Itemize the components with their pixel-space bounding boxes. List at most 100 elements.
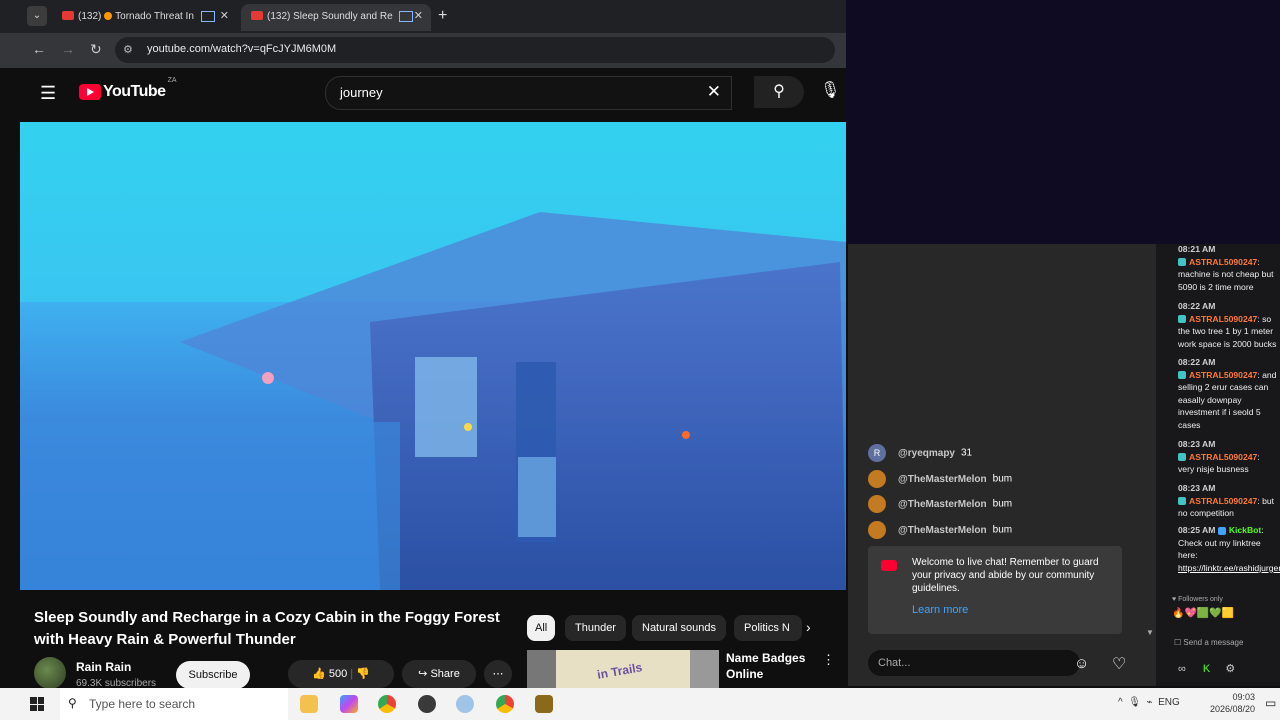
subscribe-button[interactable]: Subscribe <box>176 661 250 689</box>
new-tab-icon[interactable]: + <box>438 7 447 25</box>
reload-icon[interactable]: ↻ <box>90 41 102 58</box>
chevron-right-icon[interactable]: › <box>806 619 811 635</box>
microphone-icon[interactable]: 🎙 <box>820 80 840 100</box>
kick-chat-input[interactable]: ☐ Send a message <box>1174 634 1274 652</box>
kick-chat-panel: 08:21 AM ASTRAL5090247: machine is not ch… <box>1156 244 1280 686</box>
chat-message: R @ryeqmapy 31 <box>868 444 972 462</box>
kick-message: 08:23 AM ASTRAL5090247: but no competitio… <box>1178 483 1275 518</box>
search-button[interactable]: ⚲ <box>754 76 804 108</box>
close-tab-icon[interactable]: ✕ <box>414 4 423 29</box>
taskbar-search[interactable]: ⚲ Type here to search <box>60 688 288 720</box>
kick-message: 08:21 AM ASTRAL5090247: machine is not ch… <box>1178 244 1274 292</box>
heart-icon[interactable]: ♡ <box>1112 654 1126 674</box>
kick-message: 08:25 AM KickBot: Check out my linktree … <box>1178 524 1280 574</box>
language-indicator[interactable]: ENG <box>1158 697 1180 708</box>
site-settings-icon[interactable]: ⚙ <box>123 43 133 56</box>
search-icon: ⚲ <box>68 696 77 710</box>
bot-badge-icon <box>1217 526 1226 535</box>
file-explorer-icon[interactable] <box>300 695 318 713</box>
close-tab-icon[interactable]: ✕ <box>220 4 229 29</box>
share-button[interactable]: ↪ Share <box>402 660 476 688</box>
youtube-play-icon <box>79 84 101 100</box>
chevron-up-icon[interactable]: ^ <box>1118 697 1123 708</box>
clear-search-icon[interactable]: ✕ <box>707 82 721 102</box>
video-title: Sleep Soundly and Recharge in a Cozy Cab… <box>34 609 500 648</box>
chip-natural-sounds[interactable]: Natural sounds <box>632 615 726 641</box>
search-input[interactable]: journey ✕ <box>325 76 732 110</box>
link-icon[interactable]: ∞ <box>1178 663 1186 675</box>
browser-tab-tornado[interactable]: (132) Tornado Threat In ✕ <box>52 4 237 31</box>
subscriber-badge-icon <box>1178 497 1186 506</box>
user-avatar <box>868 495 886 513</box>
tab-search-button[interactable]: ⌄ <box>27 6 47 26</box>
welcome-text: Welcome to live chat! Remember to guard … <box>912 557 1099 594</box>
browser-tab-bar: ⌄ (132) Tornado Threat In ✕ (132) Sleep … <box>0 0 846 33</box>
gear-icon[interactable]: ⚙ <box>1225 663 1235 675</box>
menu-icon[interactable]: ☰ <box>40 83 56 104</box>
recommendation-title[interactable]: Name Badges Online <box>726 650 806 682</box>
clock[interactable]: 09:03 2026/08/20 <box>1210 691 1255 715</box>
chip-politics[interactable]: Politics N <box>734 615 802 641</box>
windows-start-icon[interactable] <box>30 697 44 711</box>
forward-arrow-icon[interactable]: → <box>61 41 75 57</box>
notification-icon[interactable]: ▭ <box>1265 696 1276 710</box>
user-avatar: R <box>868 444 886 462</box>
youtube-logo[interactable]: YouTubeZA <box>79 77 177 101</box>
kick-message: 08:23 AM ASTRAL5090247: very nisje busnes… <box>1178 439 1260 474</box>
recommendation-thumbnail[interactable]: in Trails <box>527 650 719 690</box>
game-app-icon[interactable] <box>535 695 553 713</box>
system-tray: ^ 🎙 ⌁ ENG <box>1118 697 1180 708</box>
youtube-logo-icon <box>881 560 897 571</box>
welcome-notice: Welcome to live chat! Remember to guard … <box>868 546 1122 634</box>
kick-chat-toolbar: ∞ K ⚙ <box>1178 662 1235 675</box>
subscriber-badge-icon <box>1178 453 1186 462</box>
youtube-favicon-icon <box>62 10 74 20</box>
kick-logo-icon[interactable]: K <box>1203 663 1210 675</box>
subscriber-badge-icon <box>1178 315 1186 324</box>
kick-message: 08:22 AM ASTRAL5090247: and selling 2 eru… <box>1178 357 1277 430</box>
chip-thunder[interactable]: Thunder <box>565 615 626 641</box>
youtube-favicon-icon <box>251 10 263 20</box>
copilot-icon[interactable] <box>340 695 358 713</box>
channel-name[interactable]: Rain Rain <box>76 660 131 674</box>
app-icon[interactable] <box>456 695 474 713</box>
thumbs-up-icon[interactable]: 👍 <box>312 668 326 680</box>
followers-only-label: ♥ Followers only <box>1172 596 1223 603</box>
chrome-profile-icon[interactable] <box>496 695 514 713</box>
microphone-icon[interactable]: 🎙 <box>1128 697 1141 708</box>
cast-icon <box>399 10 414 22</box>
emote-bar[interactable]: 🔥💖🟩💚🟨 <box>1172 608 1234 619</box>
thumbnail-text: in Trails <box>596 660 644 682</box>
kebab-menu-icon[interactable]: ⋮ <box>822 652 835 668</box>
channel-avatar[interactable] <box>34 657 66 689</box>
youtube-live-chat: R @ryeqmapy 31 @TheMasterMelon bum @TheMast… <box>848 244 1156 686</box>
linktree-link[interactable]: https://linktr.ee/rashidjurgens <box>1178 563 1280 573</box>
background-window <box>846 0 1280 244</box>
chat-message: @TheMasterMelon bum <box>868 470 1012 488</box>
subscriber-badge-icon <box>1178 258 1186 267</box>
cast-icon <box>200 10 215 22</box>
url-field[interactable]: ⚙ youtube.com/watch?v=qFcJYJM6M0M <box>115 37 835 63</box>
chip-all[interactable]: All <box>527 615 556 641</box>
emoji-icon[interactable]: ☺ <box>1074 655 1089 672</box>
chrome-icon[interactable] <box>378 695 396 713</box>
back-arrow-icon[interactable]: ← <box>32 41 46 57</box>
browser-tab-sleep-soundly[interactable]: (132) Sleep Soundly and Re ✕ <box>241 4 431 31</box>
like-dislike-button[interactable]: 👍 500 | 👎 <box>288 660 394 688</box>
user-avatar <box>868 521 886 539</box>
like-count: 500 <box>328 668 348 680</box>
thumbs-down-icon[interactable]: 👎 <box>356 668 370 680</box>
subscriber-badge-icon <box>1178 371 1186 380</box>
kick-message: 08:22 AM ASTRAL5090247: so the two tree 1… <box>1178 301 1277 349</box>
scroll-down-icon[interactable]: ▼ <box>1146 628 1154 637</box>
search-query-text: journey <box>340 85 383 100</box>
recording-dot-icon <box>104 12 113 21</box>
youtube-header: ☰ YouTubeZA journey ✕ ⚲ 🎙 <box>20 68 846 116</box>
more-actions-icon[interactable]: ⋯ <box>484 660 512 688</box>
network-icon[interactable]: ⌁ <box>1147 697 1153 708</box>
learn-more-link[interactable]: Learn more <box>912 604 968 616</box>
obs-icon[interactable] <box>418 695 436 713</box>
chat-input[interactable]: Chat... <box>868 650 1080 676</box>
video-player[interactable] <box>20 122 846 590</box>
search-icon: ⚲ <box>773 83 785 100</box>
